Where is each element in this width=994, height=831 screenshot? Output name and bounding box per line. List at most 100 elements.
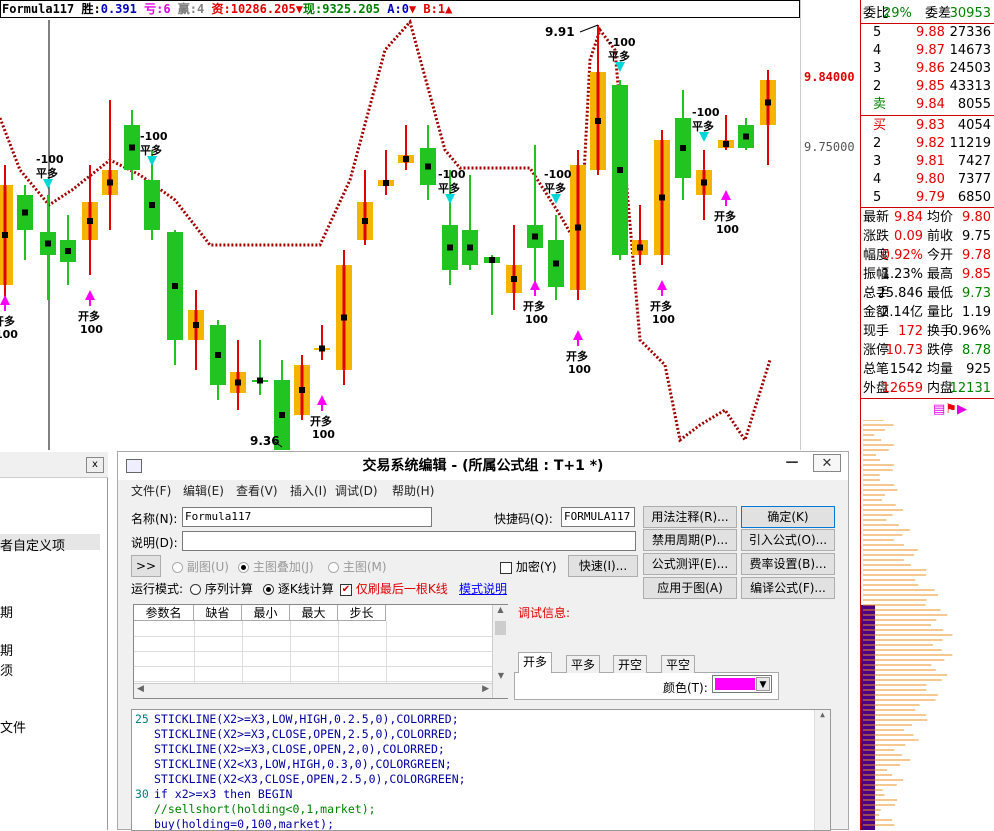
stat-row: 金额 2.14亿 量比 1.19: [861, 304, 994, 322]
tree-item-period-2[interactable]: 期: [0, 640, 13, 659]
expand-button[interactable]: >>: [131, 555, 161, 577]
bid-level: 4: [873, 172, 882, 187]
stat-row: 总手 25.846 最低 9.73: [861, 285, 994, 303]
desc-input[interactable]: [182, 531, 636, 551]
candle-marker: [659, 194, 665, 201]
stat-value-2: 0.96%: [949, 324, 991, 339]
apply-to-chart-button[interactable]: 应用于图(A): [643, 577, 737, 599]
sell-signal-label: 平多: [608, 49, 630, 63]
candle-marker: [107, 179, 113, 186]
stat-label-2: 最高: [927, 267, 954, 282]
toolbar-icons[interactable]: ▤⚑▶: [933, 402, 967, 417]
capital-label: 资:: [211, 2, 231, 16]
stat-value: 25.846: [877, 286, 924, 301]
flag-icon[interactable]: ⚑: [945, 402, 957, 417]
tree-item-3[interactable]: 须: [0, 660, 13, 679]
tree-item-file[interactable]: 文件: [0, 717, 26, 736]
kline-canvas[interactable]: 9.919.36-100平多-100平多-100平多-100平多-100平多-1…: [0, 0, 800, 450]
radio-subchart[interactable]: 副图(U): [172, 558, 229, 575]
stat-value-2: 9.80: [962, 210, 991, 225]
menu-item[interactable]: 文件(F): [131, 482, 171, 499]
bid-volume: 4054: [957, 118, 991, 133]
stat-label-2: 均量: [927, 362, 954, 377]
bid-level: 3: [873, 154, 882, 169]
param-column-header[interactable]: 最大: [290, 605, 338, 621]
stat-value: 1542: [889, 362, 923, 377]
code-editor[interactable]: 25 STICKLINE(X2>=X3,LOW,HIGH,0.2.5,0),COL…: [131, 709, 831, 831]
bars-icon[interactable]: ▤: [933, 402, 945, 417]
param-column-header[interactable]: 最小: [242, 605, 290, 621]
formula-test-button[interactable]: 公式测评(E)...: [643, 553, 737, 575]
tree-item-period-1[interactable]: 期: [0, 602, 13, 621]
candle-marker: [2, 232, 8, 238]
param-table[interactable]: 参数名 缺省 最小 最大 步长 ▲ ▼ ◀ ▶: [133, 604, 508, 699]
mode-help-link[interactable]: 模式说明: [459, 580, 507, 597]
kline-chart[interactable]: 9.91 9.36 -100 平多 -100 平多 -100 平多 -100 平多 -100 平多 -1…: [0, 0, 860, 450]
ask-row: 2 9.85 43313: [861, 78, 994, 96]
code-text[interactable]: buy(holding=0,100,market);: [154, 817, 334, 830]
only-last-bar-checkbox[interactable]: ✔ 仅刷最后一根K线: [340, 580, 448, 597]
desc-label: 说明(D):: [131, 536, 178, 550]
sell-arrow-icon: [147, 156, 157, 166]
fee-settings-button[interactable]: 费率设置(B)...: [741, 553, 835, 575]
menu-item[interactable]: 调试(D): [335, 482, 378, 499]
close-button[interactable]: ✕: [813, 454, 841, 472]
code-text[interactable]: if x2>=x3 then BEGIN: [154, 787, 292, 801]
compile-formula-button[interactable]: 编译公式(F)...: [741, 577, 835, 599]
code-text[interactable]: STICKLINE(X2<X3,CLOSE,OPEN,2.5,0),COLORG…: [154, 772, 466, 786]
code-text[interactable]: STICKLINE(X2>=X3,CLOSE,OPEN,2,0),COLORRE…: [154, 742, 445, 756]
dialog-titlebar[interactable]: 交易系统编辑 - (所属公式组 : T+1 *) — ✕: [118, 452, 848, 480]
radio-per-bar[interactable]: 逐K线计算: [263, 580, 334, 597]
signal-tab[interactable]: 开多: [518, 652, 553, 673]
stat-value: 1.23%: [881, 267, 923, 282]
code-text[interactable]: STICKLINE(X2>=X3,LOW,HIGH,0.2.5,0),COLOR…: [154, 712, 459, 726]
candle-marker: [129, 144, 135, 151]
menu-item[interactable]: 编辑(E): [183, 482, 224, 499]
menu-item[interactable]: 插入(I): [290, 482, 327, 499]
menu-item[interactable]: 帮助(H): [392, 482, 434, 499]
radio-sequence[interactable]: 序列计算: [190, 580, 253, 597]
code-editor-vscroll[interactable]: ▲: [814, 710, 830, 830]
backtest-info-bar: Formula117 胜:0.391 亏:6 赢:4 资:10286.205▼现…: [0, 0, 800, 18]
usage-notes-button[interactable]: 用法注释(R)...: [643, 506, 737, 528]
stat-value: 0.92%: [881, 248, 923, 263]
panel-close-button[interactable]: x: [86, 457, 104, 473]
signal-tab[interactable]: 开空: [613, 655, 648, 673]
play-icon[interactable]: ▶: [957, 402, 967, 417]
radio-mainchart[interactable]: 主图(M): [328, 558, 387, 575]
radio-main-overlay[interactable]: 主图叠加(J): [238, 558, 314, 575]
name-input[interactable]: Formula117: [182, 507, 432, 527]
fast-button[interactable]: 快速(I)...: [568, 555, 638, 577]
signal-tab[interactable]: 平多: [566, 655, 601, 673]
minimize-button[interactable]: —: [778, 454, 806, 472]
cash-label: 现:: [302, 2, 323, 16]
code-text[interactable]: STICKLINE(X2<X3,LOW,HIGH,0.3,0),COLORGRE…: [154, 757, 452, 771]
disable-period-button[interactable]: 禁用周期(P)...: [643, 529, 737, 551]
candle-marker: [425, 163, 431, 170]
signal-tab[interactable]: 平空: [661, 655, 696, 673]
bid-level: 5: [873, 190, 882, 205]
code-text[interactable]: STICKLINE(X2>=X3,CLOSE,OPEN,2.5,0),COLOR…: [154, 727, 459, 741]
shortcut-input[interactable]: FORMULA117: [561, 507, 635, 527]
code-text[interactable]: //sellshort(holding<0,1,market);: [154, 802, 376, 816]
candle-marker: [362, 218, 368, 224]
candle-marker: [723, 141, 729, 147]
param-column-header[interactable]: 参数名: [134, 605, 194, 621]
tree-item-custom[interactable]: 者自定义项: [0, 535, 65, 554]
menu-item[interactable]: 查看(V): [236, 482, 278, 499]
param-column-header[interactable]: 缺省: [194, 605, 242, 621]
color-picker[interactable]: ▼: [712, 675, 772, 693]
candle-marker: [341, 314, 347, 321]
sell-signal-label: 平多: [140, 143, 162, 157]
stat-value-2: 9.78: [962, 248, 991, 263]
stat-value-2: 1.19: [962, 305, 991, 320]
param-column-header[interactable]: 步长: [338, 605, 386, 621]
param-table-hscroll[interactable]: ◀ ▶: [134, 683, 492, 698]
import-formula-button[interactable]: 引入公式(O)...: [741, 529, 835, 551]
buy-signal-qty: 100: [652, 313, 675, 326]
chevron-down-icon[interactable]: ▼: [756, 677, 770, 691]
ok-button[interactable]: 确定(K): [741, 506, 835, 528]
buy-signal-qty: 100: [0, 328, 18, 341]
encrypt-checkbox[interactable]: 加密(Y): [500, 558, 557, 575]
param-table-vscroll[interactable]: ▲ ▼: [492, 605, 508, 698]
